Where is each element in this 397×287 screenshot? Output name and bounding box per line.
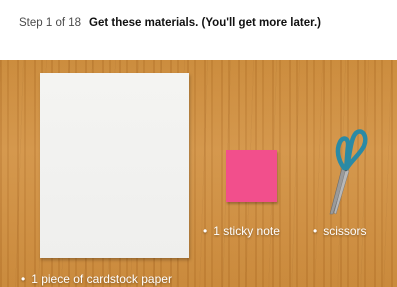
material-label-sticky-note: • 1 sticky note: [203, 224, 280, 238]
step-title: Get these materials. (You'll get more la…: [89, 17, 321, 29]
cardstock-paper: [40, 73, 189, 258]
step-counter: Step 1 of 18: [19, 17, 82, 29]
materials-photo: • 1 sticky note • scissors • 1 piece of car…: [0, 60, 397, 287]
step-header: Step 1 of 18 Get these materials. (You'll…: [0, 0, 397, 60]
scissors-image: [329, 129, 368, 215]
sticky-note: [226, 150, 277, 202]
tutorial-step-view: Step 1 of 18 Get these materials. (You'll…: [0, 0, 397, 287]
material-label-cardstock: • 1 piece of cardstock paper: [21, 272, 172, 286]
step-heading: Step 1 of 18 Get these materials. (You'll…: [19, 17, 321, 29]
material-label-scissors: • scissors: [313, 224, 367, 238]
